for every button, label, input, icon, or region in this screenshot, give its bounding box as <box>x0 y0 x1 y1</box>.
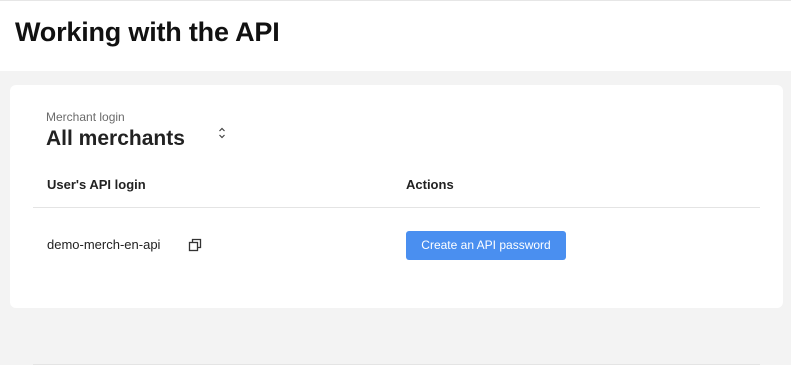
sort-updown-icon[interactable] <box>217 125 227 141</box>
api-login-value: demo-merch-en-api <box>47 237 161 252</box>
create-api-password-button[interactable]: Create an API password <box>406 231 566 260</box>
column-header-api-login: User's API login <box>47 177 146 192</box>
merchant-login-label: Merchant login <box>46 110 125 124</box>
table-row: demo-merch-en-api Create an API password <box>33 208 760 364</box>
merchant-select[interactable]: All merchants <box>46 125 225 153</box>
column-header-actions: Actions <box>406 177 454 192</box>
merchant-select-value: All merchants <box>46 127 185 150</box>
page-header: Working with the API <box>0 0 791 71</box>
api-card: Merchant login All merchants User's API … <box>10 85 783 365</box>
copy-icon[interactable] <box>188 238 202 252</box>
page-title: Working with the API <box>15 17 280 47</box>
